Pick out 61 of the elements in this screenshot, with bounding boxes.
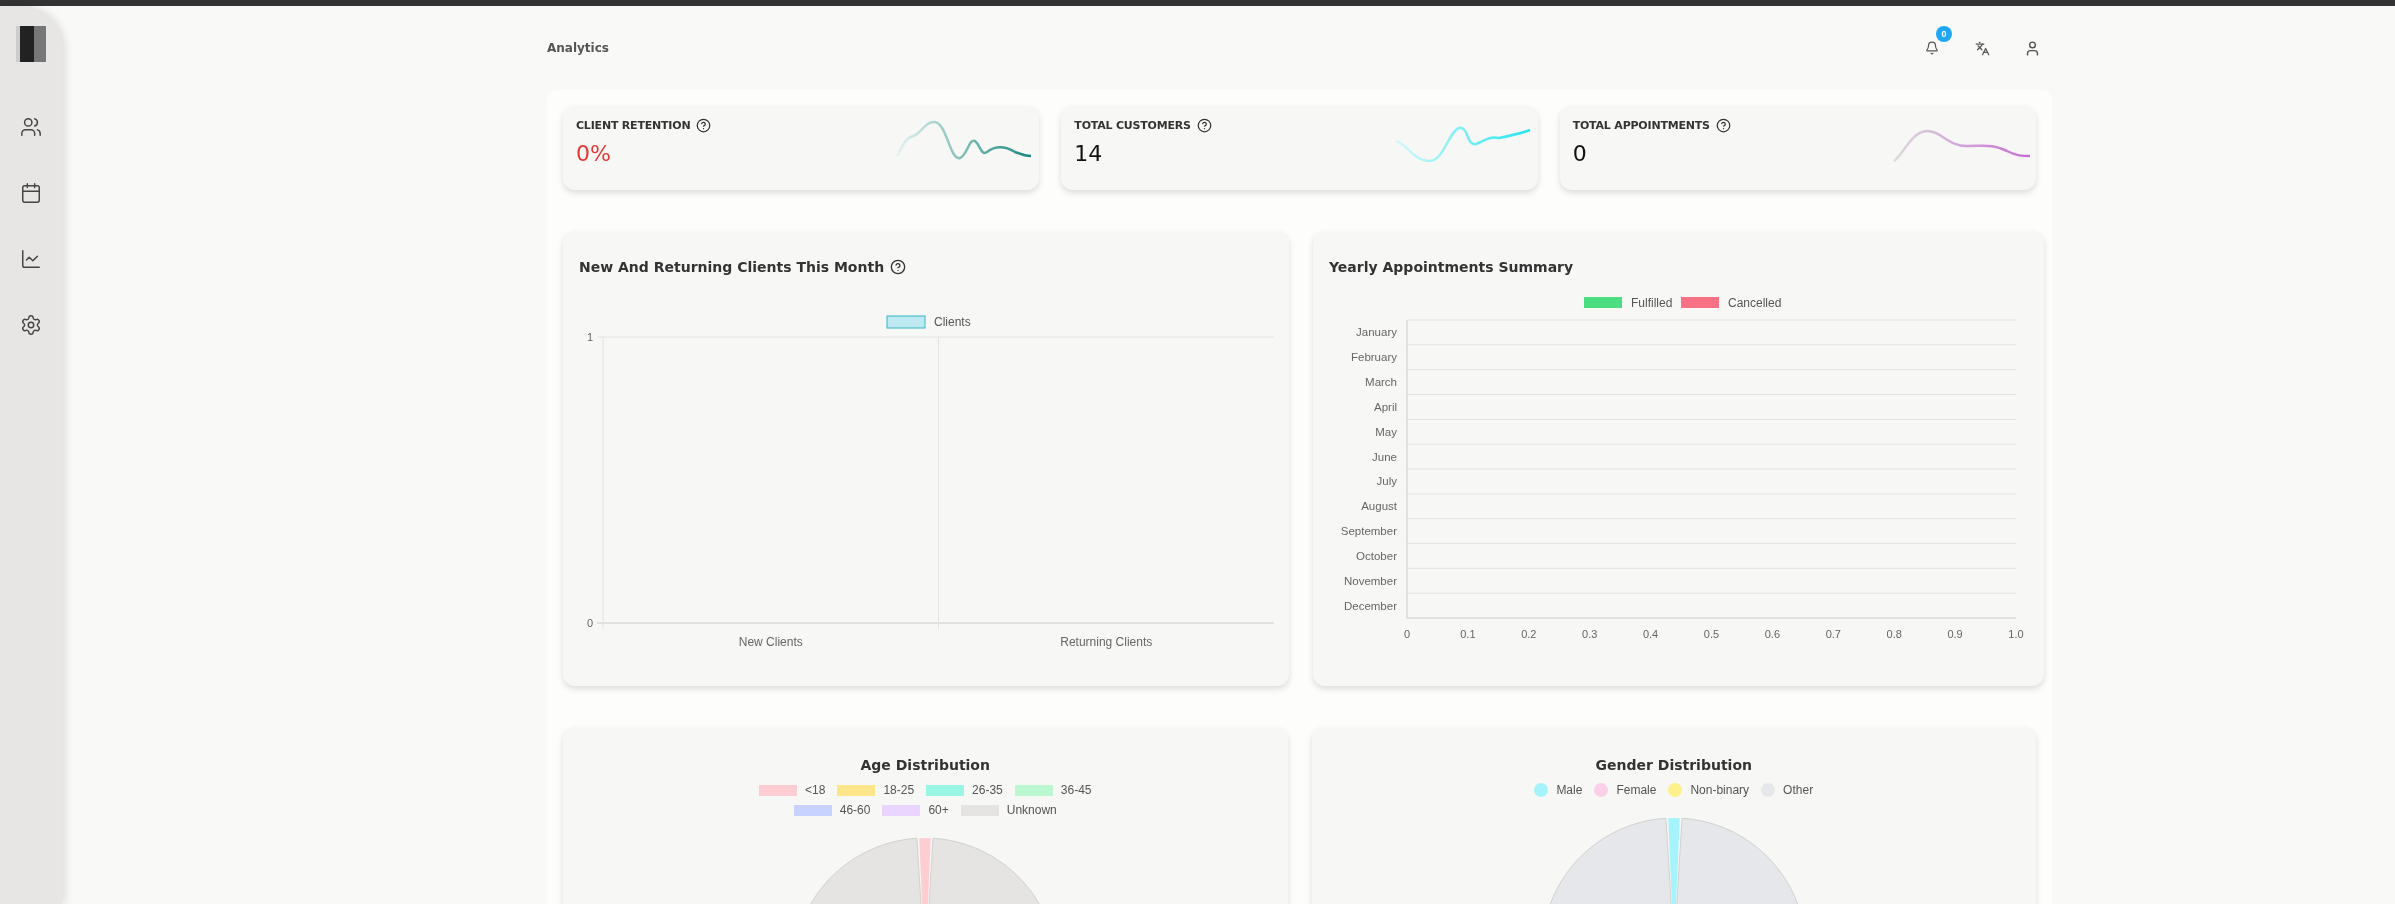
legend-label[interactable]: Non-binary: [1690, 783, 1750, 797]
axis-tick-label: 0.2: [1521, 628, 1537, 640]
axis-category-label: November: [1343, 574, 1397, 587]
legend-label[interactable]: <18: [805, 783, 826, 797]
axis-tick-label: 0.8: [1886, 628, 1902, 640]
axis-category-label: February: [1350, 351, 1397, 364]
axis-category-label: October: [1356, 549, 1397, 562]
axis-tick-label: 1: [586, 331, 593, 343]
stat-value: 0%: [576, 141, 612, 166]
legend-label[interactable]: Female: [1616, 783, 1657, 797]
axis-tick-label: 0.7: [1825, 628, 1841, 640]
axis-category-label: April: [1374, 400, 1397, 413]
chart-title: Gender Distribution: [1595, 757, 1752, 773]
legend-label[interactable]: 46-60: [839, 803, 871, 817]
stat-value: 14: [1074, 141, 1104, 166]
axis-category-label: March: [1365, 376, 1397, 389]
axis-category-label: September: [1340, 525, 1397, 538]
axis-category-label: January: [1356, 326, 1397, 339]
stat-value: 0: [1572, 141, 1588, 166]
stat-label: TOTAL CUSTOMERS: [1074, 119, 1191, 132]
axis-category-label: December: [1343, 599, 1397, 612]
axis-category-label: August: [1361, 500, 1397, 513]
chart-title: Age Distribution: [860, 757, 990, 773]
axis-tick-label: 0: [586, 617, 593, 629]
legend-label: Clients: [934, 315, 971, 329]
help-icon[interactable]: [890, 259, 907, 275]
legend-item[interactable]: Cancelled: [1681, 296, 1782, 310]
legend-item[interactable]: Clients: [886, 315, 971, 329]
axis-tick-label: 0.6: [1764, 628, 1781, 640]
help-icon[interactable]: [696, 118, 712, 133]
axis-category-label: July: [1376, 475, 1397, 488]
stat-label: TOTAL APPOINTMENTS: [1572, 119, 1710, 132]
logo-photo-placeholder[interactable]: [16, 26, 46, 62]
axis-tick-label: 0.3: [1582, 628, 1598, 640]
axis-tick-label: 0.9: [1947, 628, 1963, 640]
axis-category-label: June: [1372, 450, 1397, 463]
legend-label[interactable]: 60+: [928, 803, 949, 817]
legend-label[interactable]: Unknown: [1006, 803, 1057, 817]
help-icon[interactable]: [1196, 118, 1212, 133]
axis-tick-label: 0.5: [1703, 628, 1720, 640]
notification-count: 0: [1936, 26, 1952, 42]
axis-tick-label: 0.1: [1460, 628, 1476, 640]
legend-label: Fulfilled: [1631, 296, 1673, 310]
legend-label[interactable]: 36-45: [1060, 783, 1092, 797]
axis-category-label: New Clients: [738, 635, 803, 649]
legend-label[interactable]: 26-35: [972, 783, 1003, 797]
chart-title: Yearly Appointments Summary: [1329, 259, 1574, 275]
legend-label[interactable]: Other: [1783, 783, 1814, 797]
axis-tick-label: 0.4: [1642, 628, 1659, 640]
legend-label: Cancelled: [1728, 296, 1782, 310]
axis-category-label: Returning Clients: [1060, 635, 1153, 649]
axis-category-label: May: [1375, 425, 1397, 438]
legend-label[interactable]: 18-25: [883, 783, 915, 797]
page-title: Analytics: [547, 41, 609, 55]
axis-tick-label: 1.0: [2008, 628, 2024, 640]
chart-title: New And Returning Clients This Month: [579, 259, 885, 275]
stat-label: CLIENT RETENTION: [576, 119, 691, 132]
help-icon[interactable]: [1715, 118, 1731, 133]
legend-label[interactable]: Male: [1556, 783, 1583, 797]
axis-tick-label: 0: [1403, 628, 1411, 640]
legend-item[interactable]: Fulfilled: [1584, 296, 1673, 310]
